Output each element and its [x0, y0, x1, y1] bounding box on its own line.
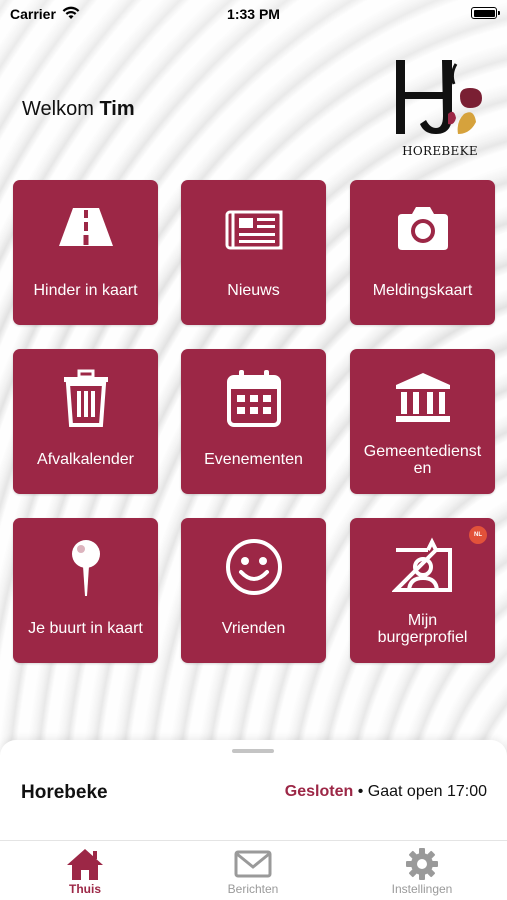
tile-label: Afvalkalender	[37, 451, 134, 468]
tab-thuis[interactable]: Thuis	[25, 847, 145, 900]
tile-label-line1: Gemeentedienst	[363, 443, 482, 460]
tile-evenementen[interactable]: Evenementen	[181, 349, 326, 494]
battery-icon	[471, 7, 500, 19]
status-bar: Carrier 1:33 PM	[0, 0, 507, 30]
tile-label: Evenementen	[204, 451, 303, 468]
town-hall-icon	[396, 373, 450, 422]
map-pin-icon	[72, 540, 100, 596]
tile-label: Mijn burgerprofiel	[356, 612, 489, 646]
trash-icon	[64, 369, 108, 427]
tile-label: Gemeentedienst en	[356, 443, 489, 477]
tile-label: Je buurt in kaart	[28, 620, 143, 637]
sheet-drag-handle[interactable]	[232, 749, 274, 753]
logo-name: HOREBEKE	[402, 144, 478, 158]
tile-label: Hinder in kaart	[33, 282, 138, 299]
flanders-badge: NL	[469, 526, 487, 544]
tile-nieuws[interactable]: Nieuws	[181, 180, 326, 325]
tile-meldingskaart[interactable]: Meldingskaart	[350, 180, 495, 325]
tab-label: Berichten	[227, 882, 279, 896]
municipality-logo: HOREBEKE	[390, 58, 490, 162]
tab-instellingen[interactable]: Instellingen	[362, 847, 482, 900]
closed-status: Gesloten	[284, 783, 354, 800]
status-separator: •	[357, 783, 364, 800]
tile-label-line2: en	[413, 460, 432, 477]
tile-label-line2: burgerprofiel	[377, 629, 468, 646]
tile-label: Nieuws	[227, 282, 280, 299]
welcome-text: Welkom Tim	[22, 98, 135, 121]
camera-icon	[398, 207, 448, 250]
tile-label: Meldingskaart	[372, 282, 473, 299]
opening-hours-sheet[interactable]: Horebeke Gesloten • Gaat open 17:00	[0, 740, 507, 840]
opening-status: Gesloten • Gaat open 17:00	[285, 783, 487, 801]
tile-label-line1: Mijn	[407, 612, 438, 629]
tile-label: Vrienden	[221, 620, 286, 637]
tile-gemeentediensten[interactable]: Gemeentedienst en	[350, 349, 495, 494]
road-icon	[59, 208, 113, 246]
place-name: Horebeke	[21, 782, 108, 803]
mail-icon	[234, 850, 272, 878]
tab-label: Thuis	[69, 882, 101, 896]
calendar-icon	[227, 370, 281, 427]
tile-afvalkalender[interactable]: Afvalkalender	[13, 349, 158, 494]
opens-at: Gaat open 17:00	[367, 783, 487, 800]
tab-label: Instellingen	[391, 882, 453, 896]
profile-id-icon	[392, 537, 452, 592]
tile-je-buurt-in-kaart[interactable]: Je buurt in kaart	[13, 518, 158, 663]
logo-mark	[396, 60, 482, 134]
home-icon	[67, 849, 103, 880]
gear-icon	[406, 848, 438, 880]
clock: 1:33 PM	[227, 6, 280, 22]
tab-bar: Thuis Berichten Instellingen	[0, 840, 507, 900]
newspaper-icon	[225, 210, 283, 250]
welcome-prefix: Welkom	[22, 98, 94, 120]
tab-berichten[interactable]: Berichten	[193, 847, 313, 900]
tile-vrienden[interactable]: Vrienden	[181, 518, 326, 663]
tile-mijn-burgerprofiel[interactable]: NL Mijn burgerprofiel	[350, 518, 495, 663]
user-name: Tim	[99, 98, 135, 120]
smiley-icon	[226, 539, 282, 595]
tile-hinder-in-kaart[interactable]: Hinder in kaart	[13, 180, 158, 325]
